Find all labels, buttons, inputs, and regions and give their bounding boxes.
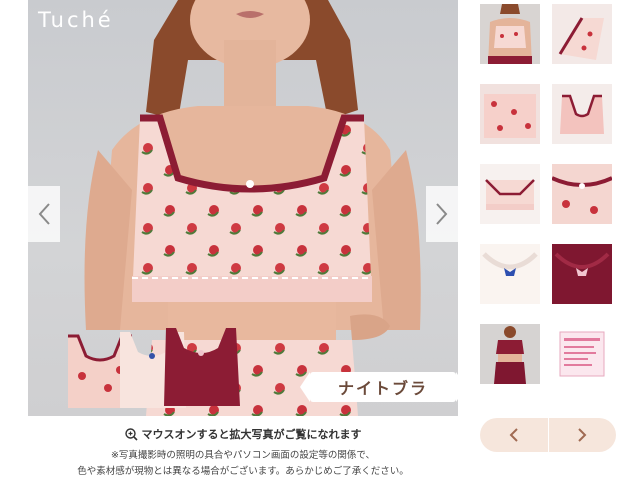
thumbnail-6[interactable]: [552, 164, 612, 224]
thumbnail-5[interactable]: [480, 164, 540, 224]
thumbnail-next-button[interactable]: [549, 418, 617, 452]
thumbnail-2[interactable]: [552, 4, 612, 64]
main-image-prev-button[interactable]: [28, 186, 60, 242]
brand-logo: Tuché: [38, 8, 114, 32]
chevron-right-icon: [436, 203, 448, 225]
color-variation-inset: [68, 328, 240, 408]
main-image-next-button[interactable]: [426, 186, 458, 242]
chevron-left-icon: [509, 428, 518, 442]
thumbnail-9[interactable]: [480, 324, 540, 384]
thumbnail-prev-button[interactable]: [480, 418, 548, 452]
thumbnail-10[interactable]: [552, 324, 612, 384]
thumbnail-7[interactable]: [480, 244, 540, 304]
chevron-right-icon: [578, 428, 587, 442]
zoom-hint-text: マウスオンすると拡大写真がご覧になれます: [141, 429, 362, 441]
main-product-image[interactable]: Tuché ナイトブラ: [28, 0, 458, 416]
disclaimer-line-2: 色や素材感が現物とは異なる場合がございます。あらかじめご了承ください。: [77, 466, 409, 477]
thumbnail-pager: [480, 418, 616, 452]
zoom-plus-icon: [124, 427, 138, 441]
night-bra-badge: ナイトブラ: [300, 372, 458, 402]
thumbnail-8[interactable]: [552, 244, 612, 304]
chevron-left-icon: [38, 203, 50, 225]
zoom-hint: マウスオンすると拡大写真がご覧になれます: [28, 426, 458, 442]
thumbnail-1[interactable]: [480, 4, 540, 64]
thumbnail-4[interactable]: [552, 84, 612, 144]
thumbnail-3[interactable]: [480, 84, 540, 144]
photo-disclaimer: ※写真撮影時の照明の具合やパソコン画面の設定等の関係で、 色や素材感が現物とは異…: [28, 448, 458, 480]
disclaimer-line-1: ※写真撮影時の照明の具合やパソコン画面の設定等の関係で、: [110, 450, 376, 461]
